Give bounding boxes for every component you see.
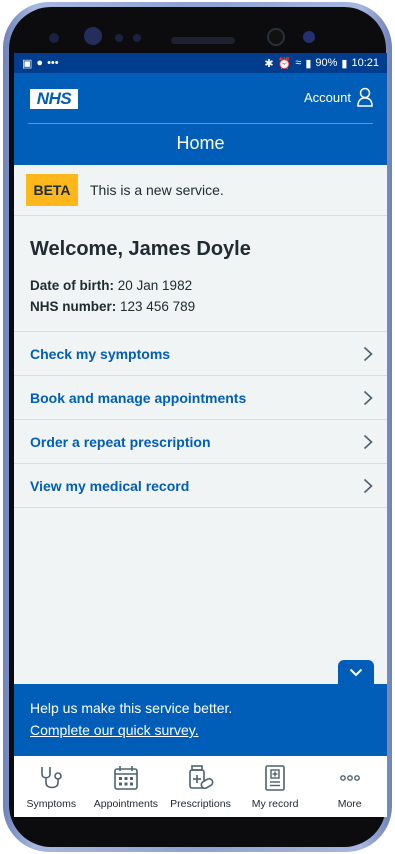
services-menu: Check my symptoms Book and manage appoin… xyxy=(14,331,387,508)
nhs-number-label: NHS number: xyxy=(30,299,117,314)
account-button[interactable]: Account xyxy=(304,87,373,107)
chevron-right-icon xyxy=(363,390,373,405)
dob-value: 20 Jan 1982 xyxy=(117,278,193,293)
menu-item-label: Book and manage appointments xyxy=(30,389,247,406)
record-icon xyxy=(265,765,285,791)
battery-percent: 90% xyxy=(315,57,338,69)
tab-label: Prescriptions xyxy=(170,798,231,810)
nhs-logo[interactable]: NHS xyxy=(30,89,78,109)
calendar-icon xyxy=(114,766,138,790)
tab-symptoms[interactable]: Symptoms xyxy=(14,756,89,817)
gallery-icon: ▣ xyxy=(22,57,33,70)
survey-text: Help us make this service better. xyxy=(30,700,233,716)
messenger-icon: ● xyxy=(36,57,44,69)
front-camera xyxy=(84,27,102,45)
front-sensor xyxy=(49,33,59,43)
app-header: NHS Account Home xyxy=(14,73,387,165)
bluetooth-icon: ✱ xyxy=(264,57,274,70)
app-screen: ▣ ● ••• ✱ ⏰ ≈ ▮ 90% ▮ 10:21 NHS Account xyxy=(14,53,387,817)
menu-item-check-symptoms[interactable]: Check my symptoms xyxy=(14,332,387,376)
menu-item-label: Order a repeat prescription xyxy=(30,433,211,450)
account-label: Account xyxy=(304,89,351,105)
clock: 10:21 xyxy=(351,57,379,69)
menu-item-medical-record[interactable]: View my medical record xyxy=(14,464,387,508)
chevron-right-icon xyxy=(363,478,373,493)
more-notifications-icon: ••• xyxy=(47,57,59,69)
front-sensor xyxy=(303,31,315,43)
bottom-tab-bar: Symptoms Appointments Prescriptions My r… xyxy=(14,756,387,817)
nhs-number-value: 123 456 789 xyxy=(120,299,196,314)
stethoscope-icon xyxy=(41,767,63,789)
pills-icon xyxy=(189,765,214,790)
front-sensor xyxy=(115,34,123,42)
dob-row: Date of birth: 20 Jan 1982 xyxy=(30,278,192,293)
chevron-right-icon xyxy=(363,346,373,361)
beta-text: This is a new service. xyxy=(90,182,224,198)
header-divider xyxy=(28,123,373,124)
signal-icon: ▮ xyxy=(305,57,312,70)
nhs-number-row: NHS number: 123 456 789 xyxy=(30,299,195,314)
dob-label: Date of birth: xyxy=(30,278,114,293)
tab-more[interactable]: More xyxy=(312,756,387,817)
alarm-icon: ⏰ xyxy=(277,57,292,70)
chevron-down-icon xyxy=(349,668,363,676)
front-sensor xyxy=(133,34,141,42)
tab-my-record[interactable]: My record xyxy=(238,756,313,817)
more-icon xyxy=(339,775,360,781)
status-bar: ▣ ● ••• ✱ ⏰ ≈ ▮ 90% ▮ 10:21 xyxy=(14,53,387,73)
survey-collapse-button[interactable] xyxy=(338,660,374,684)
tab-label: Appointments xyxy=(93,798,158,810)
tab-appointments[interactable]: Appointments xyxy=(89,756,164,817)
wifi-icon: ≈ xyxy=(295,57,302,69)
tab-prescriptions[interactable]: Prescriptions xyxy=(163,756,238,817)
survey-banner: Help us make this service better. Comple… xyxy=(14,684,387,756)
account-person-icon xyxy=(357,87,373,107)
battery-icon: ▮ xyxy=(341,57,348,70)
beta-tag: BETA xyxy=(26,174,78,206)
menu-item-prescription[interactable]: Order a repeat prescription xyxy=(14,420,387,464)
chevron-right-icon xyxy=(363,434,373,449)
menu-item-label: View my medical record xyxy=(30,477,190,494)
beta-banner: BETA This is a new service. xyxy=(14,165,387,216)
tab-label: More xyxy=(337,798,362,810)
phone-frame: ▣ ● ••• ✱ ⏰ ≈ ▮ 90% ▮ 10:21 NHS Account xyxy=(3,2,392,852)
iris-sensor xyxy=(267,28,285,46)
menu-item-label: Check my symptoms xyxy=(30,345,171,362)
earpiece-speaker xyxy=(171,37,235,44)
tab-label: My record xyxy=(251,798,299,810)
menu-item-appointments[interactable]: Book and manage appointments xyxy=(14,376,387,420)
survey-link[interactable]: Complete our quick survey. xyxy=(30,722,199,738)
welcome-heading: Welcome, James Doyle xyxy=(30,238,251,260)
page-title: Home xyxy=(176,133,225,153)
tab-label: Symptoms xyxy=(26,798,77,810)
